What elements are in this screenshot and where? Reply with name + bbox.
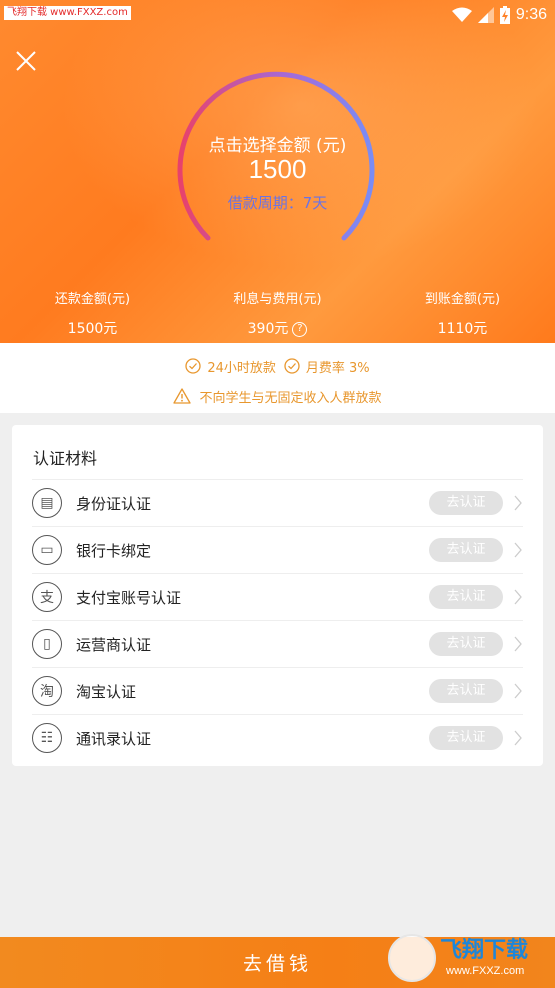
- cert-label: 运营商认证: [76, 635, 152, 654]
- check-circle-icon: [185, 358, 201, 374]
- id-card-icon: ▤: [32, 488, 62, 518]
- cert-row-contacts[interactable]: ☷ 通讯录认证 去认证: [32, 714, 523, 761]
- contacts-icon: ☷: [32, 723, 62, 753]
- received-value: 1110元: [437, 321, 488, 337]
- watermark-logo-text: 飞翔下载: [440, 938, 529, 963]
- warning-icon: [173, 388, 192, 404]
- notice-features: 24小时放款 月费率 3%: [0, 355, 555, 377]
- check-circle-icon: [284, 358, 300, 374]
- alipay-icon: 支: [32, 582, 62, 612]
- verify-button[interactable]: 去认证: [429, 632, 503, 656]
- monthly-rate-notice: 月费率 3%: [284, 357, 370, 376]
- taobao-icon: 淘: [32, 676, 62, 706]
- status-time: 9:36: [515, 6, 547, 23]
- watermark-logo-url: www.FXXZ.com: [446, 965, 525, 977]
- interest-fees: 利息与费用(元) 390元 ?: [185, 290, 370, 340]
- certification-title: 认证材料: [33, 449, 98, 468]
- cert-row-id-card[interactable]: ▤ 身份证认证 去认证: [32, 479, 523, 526]
- cert-label: 支付宝账号认证: [76, 588, 182, 607]
- watermark-logo-emblem: [388, 934, 436, 982]
- interest-value: 390元: [247, 321, 289, 337]
- fast-loan-text: 24小时放款: [207, 360, 276, 376]
- received-value-wrap: 1110元: [438, 316, 488, 342]
- fast-loan-notice: 24小时放款: [185, 357, 276, 376]
- chevron-right-icon: [514, 495, 522, 511]
- chevron-right-icon: [514, 542, 522, 558]
- watermark-top-label: 飞翔下载 www.FXXZ.com: [4, 6, 131, 20]
- warning-text: 不向学生与无固定收入人群放款: [199, 390, 382, 406]
- interest-label: 利息与费用(元): [233, 292, 322, 307]
- cert-label: 身份证认证: [76, 494, 152, 513]
- verify-button[interactable]: 去认证: [429, 726, 503, 750]
- battery-charging-icon: [499, 6, 510, 24]
- repayment-value: 1500元: [67, 321, 118, 337]
- close-icon[interactable]: [12, 47, 40, 75]
- monthly-rate-text: 月费率 3%: [305, 360, 370, 376]
- verify-button[interactable]: 去认证: [429, 679, 503, 703]
- status-right: 9:36: [451, 4, 547, 26]
- chevron-right-icon: [514, 683, 522, 699]
- notice-warning: 不向学生与无固定收入人群放款: [0, 385, 555, 407]
- loan-amount[interactable]: 1500: [0, 154, 555, 185]
- cert-row-alipay[interactable]: 支 支付宝账号认证 去认证: [32, 573, 523, 620]
- phone-icon: ▯: [32, 629, 62, 659]
- chevron-right-icon: [514, 730, 522, 746]
- verify-button[interactable]: 去认证: [429, 538, 503, 562]
- repayment-value-wrap: 1500元: [68, 316, 118, 342]
- gauge-title[interactable]: 点击选择金额 (元): [0, 131, 555, 156]
- cert-row-taobao[interactable]: 淘 淘宝认证 去认证: [32, 667, 523, 714]
- cert-label: 银行卡绑定: [76, 541, 152, 560]
- cert-label: 淘宝认证: [76, 682, 137, 701]
- watermark-logo: 飞翔下载 www.FXXZ.com: [388, 932, 553, 986]
- help-icon[interactable]: ?: [292, 321, 308, 337]
- received-label: 到账金额(元): [424, 292, 501, 307]
- certification-card: 认证材料 ▤ 身份证认证 去认证 ▭ 银行卡绑定 去认证 支 支付宝账号认证 去…: [12, 425, 543, 766]
- verify-button[interactable]: 去认证: [429, 491, 503, 515]
- interest-value-wrap: 390元 ?: [248, 316, 308, 342]
- loan-period: 借款周期：7天: [227, 194, 328, 212]
- cert-row-bank-card[interactable]: ▭ 银行卡绑定 去认证: [32, 526, 523, 573]
- cert-label: 通讯录认证: [76, 729, 152, 748]
- certification-list: ▤ 身份证认证 去认证 ▭ 银行卡绑定 去认证 支 支付宝账号认证 去认证 ▯ …: [32, 479, 523, 761]
- wifi-icon: [451, 7, 472, 22]
- verify-button[interactable]: 去认证: [429, 585, 503, 609]
- chevron-right-icon: [514, 589, 522, 605]
- received-amount: 到账金额(元) 1110元: [370, 290, 555, 340]
- bank-card-icon: ▭: [32, 535, 62, 565]
- loan-header: 飞翔下载 www.FXXZ.com 9:36 点击选择金额 (元) 1500 借…: [0, 0, 555, 343]
- loan-summary: 还款金额(元) 1500元 利息与费用(元) 390元 ? 到账金额(元) 11…: [0, 290, 555, 340]
- notice-panel: 24小时放款 月费率 3% 不向学生与无固定收入人群放款: [0, 343, 555, 413]
- repayment-label: 还款金额(元): [54, 292, 131, 307]
- status-bar: 飞翔下载 www.FXXZ.com 9:36: [0, 0, 555, 30]
- chevron-right-icon: [514, 636, 522, 652]
- signal-icon: [477, 7, 494, 23]
- repayment-amount: 还款金额(元) 1500元: [0, 290, 185, 340]
- cert-row-carrier[interactable]: ▯ 运营商认证 去认证: [32, 620, 523, 667]
